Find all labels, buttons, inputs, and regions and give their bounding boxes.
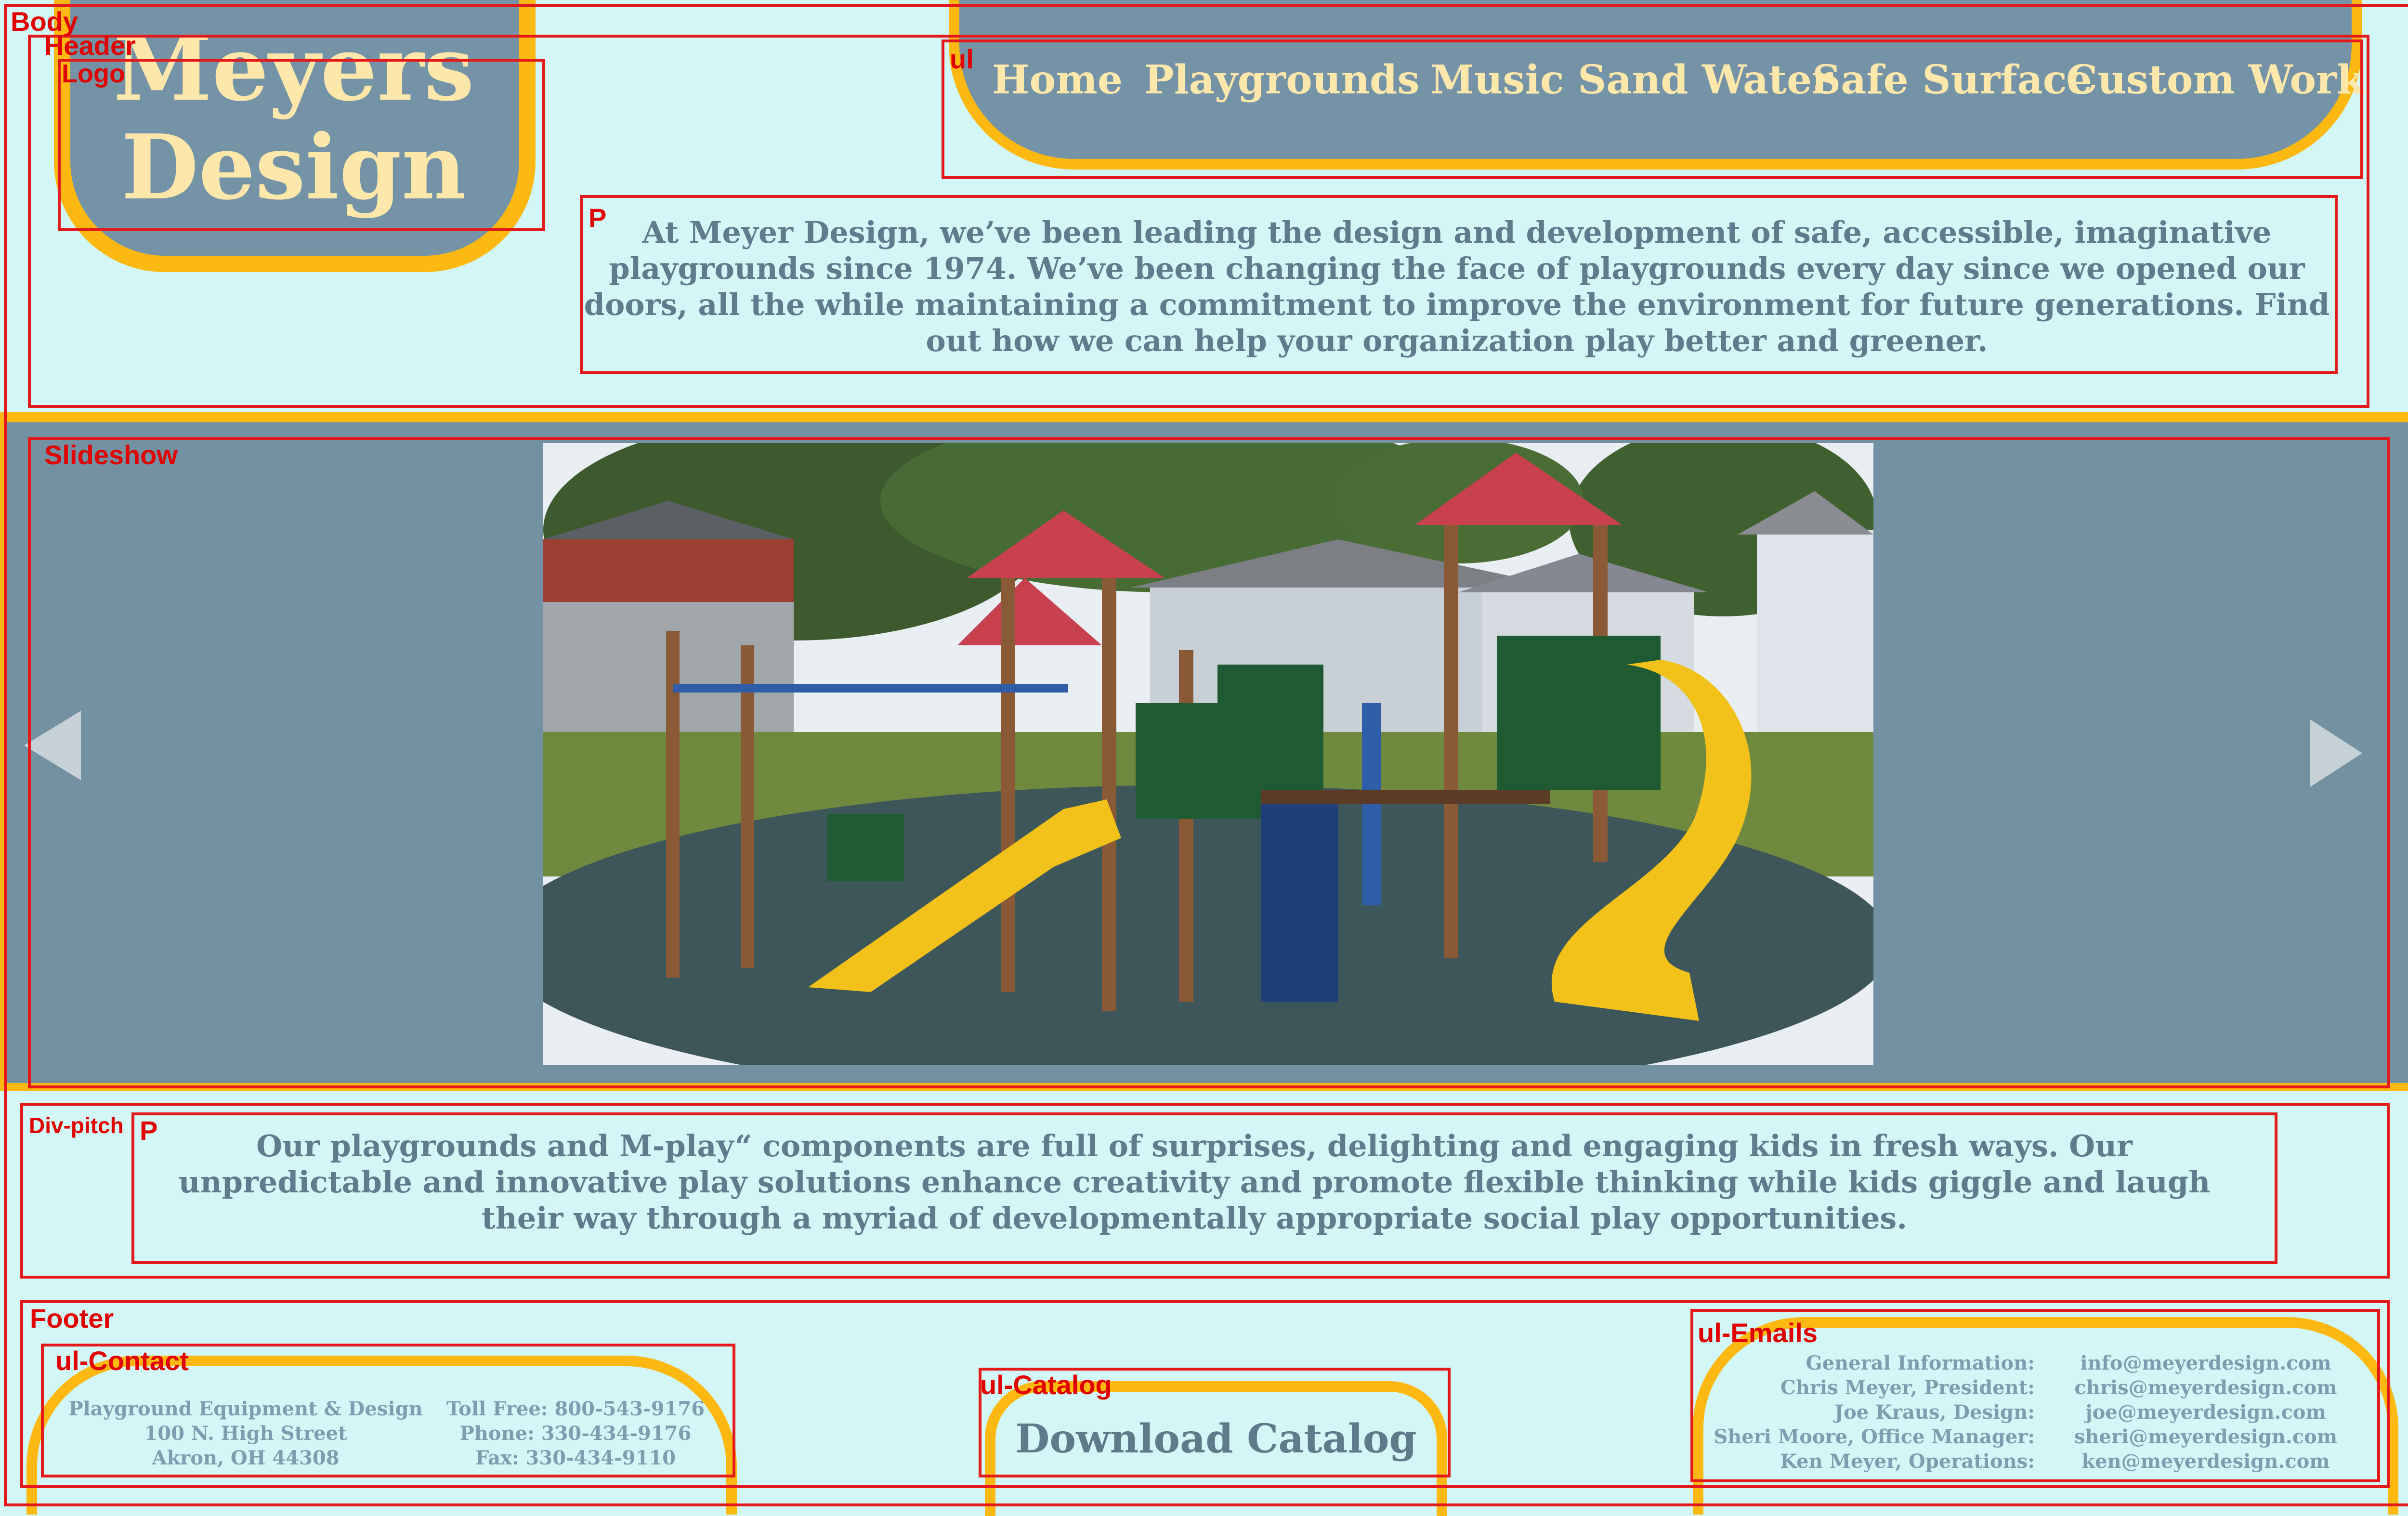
annotation-box-slideshow <box>28 437 2390 1088</box>
annotation-box-nav <box>942 39 2363 179</box>
annotation-box-intro <box>580 195 2338 374</box>
annotation-label-intro: P <box>589 203 607 233</box>
annotation-label-header: Header <box>44 30 136 61</box>
annotation-label-nav: ul <box>950 44 974 74</box>
annotation-label-footer: Footer <box>30 1303 114 1333</box>
annotation-box-logo <box>58 59 545 231</box>
annotation-label-slideshow: Slideshow <box>44 440 178 470</box>
annotation-label-pitch-div: Div-pitch <box>29 1113 124 1138</box>
annotation-box-pitch-p <box>131 1112 2277 1264</box>
annotation-label-contact: ul-Contact <box>55 1346 189 1376</box>
page-body: { "annotations": { "body": "Body", "head… <box>0 0 2408 1516</box>
annotation-label-pitch-p: P <box>140 1115 158 1146</box>
annotation-label-emails: ul-Emails <box>1698 1318 1818 1348</box>
annotation-label-logo: Logo <box>62 59 125 88</box>
annotation-label-catalog: ul-Catalog <box>980 1370 1112 1400</box>
